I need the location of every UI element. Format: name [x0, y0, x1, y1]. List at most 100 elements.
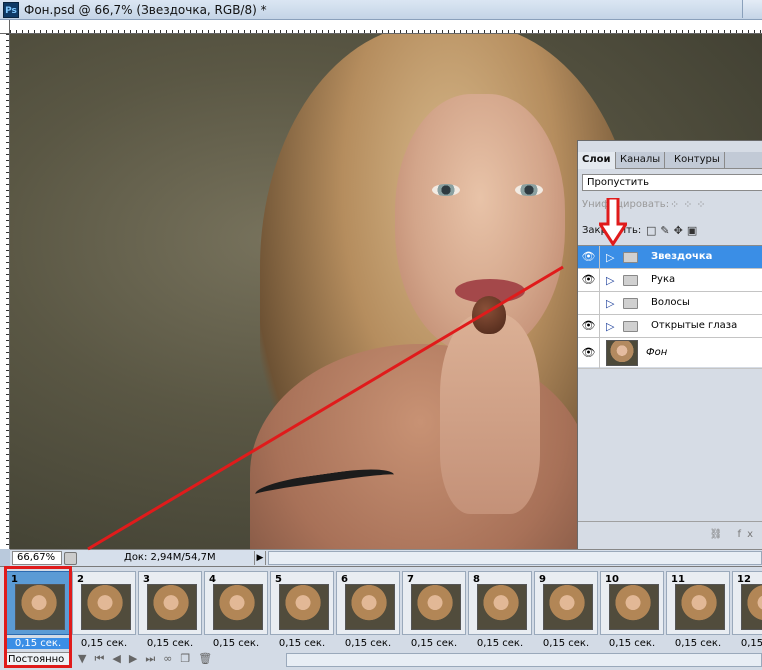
- blend-mode-select[interactable]: Пропустить: [582, 174, 762, 191]
- animation-frame[interactable]: 3 0,15 сек.: [138, 571, 202, 649]
- expand-triangle-icon[interactable]: ▷: [606, 320, 614, 333]
- frame-box[interactable]: 9: [534, 571, 598, 635]
- frame-delay[interactable]: 0,15 сек.: [666, 638, 730, 649]
- fx-button[interactable]: fx: [738, 529, 759, 540]
- play-icon[interactable]: ▶: [129, 652, 145, 665]
- status-menu-arrow-icon[interactable]: ▶: [254, 551, 266, 565]
- layers-panel-tabs: Слои Каналы Контуры: [578, 152, 762, 169]
- animation-frame[interactable]: 1 0,15 сек.: [6, 571, 70, 649]
- frame-delay[interactable]: 0,15 сек.: [468, 638, 532, 649]
- animation-frame[interactable]: 6 0,15 сек.: [336, 571, 400, 649]
- frame-delay[interactable]: 0,15 сек.: [534, 638, 598, 649]
- visibility-eye-icon[interactable]: 👁: [578, 269, 600, 292]
- tab-channels[interactable]: Каналы: [616, 152, 666, 169]
- link-layers-icon[interactable]: ⛓ fx: [710, 529, 759, 540]
- window-control-button[interactable]: [742, 0, 762, 18]
- frame-box[interactable]: 3: [138, 571, 202, 635]
- visibility-empty-box[interactable]: [578, 292, 600, 315]
- frame-delay[interactable]: 0,15 сек.: [138, 638, 202, 649]
- loop-dropdown-arrow-icon[interactable]: ▼: [78, 652, 94, 665]
- duplicate-frame-icon[interactable]: ❐: [180, 652, 198, 665]
- visibility-eye-icon[interactable]: 👁: [578, 315, 600, 338]
- frame-box[interactable]: 10: [600, 571, 664, 635]
- animation-frame[interactable]: 4 0,15 сек.: [204, 571, 268, 649]
- horizontal-scrollbar[interactable]: [268, 551, 762, 565]
- folder-icon: [623, 252, 638, 263]
- photoshop-app-icon: Ps: [3, 2, 19, 18]
- frame-thumbnail: [81, 584, 131, 630]
- photo-candy-heart: [472, 296, 506, 334]
- photo-hand: [440, 314, 540, 514]
- frame-box[interactable]: 2: [72, 571, 136, 635]
- photo-eye-left: [432, 184, 460, 196]
- frame-box[interactable]: 12: [732, 571, 762, 635]
- animation-frame[interactable]: 9 0,15 сек.: [534, 571, 598, 649]
- frame-box[interactable]: 8: [468, 571, 532, 635]
- lock-icons[interactable]: □✎✥▣: [646, 224, 701, 237]
- zoom-level-field[interactable]: 66,67%: [12, 551, 62, 565]
- frame-delay[interactable]: 0,15 сек.: [6, 638, 70, 649]
- layer-row-fon[interactable]: 👁 Фон: [578, 338, 762, 369]
- frame-delay[interactable]: 0,15 сек.: [72, 638, 136, 649]
- frames-scrollbar[interactable]: [286, 653, 762, 667]
- frame-box[interactable]: 11: [666, 571, 730, 635]
- frame-box[interactable]: 5: [270, 571, 334, 635]
- loop-options-select[interactable]: Постоянно: [4, 652, 70, 668]
- animation-controls: Постоянно ▼⏮◀▶⏭∞❐🗑: [0, 651, 762, 670]
- frame-delay[interactable]: 0,15 сек.: [336, 638, 400, 649]
- layer-row-zvezdochka[interactable]: 👁 ▷ Звездочка: [578, 246, 762, 269]
- layer-name: Волосы: [651, 297, 690, 308]
- next-frame-icon[interactable]: ⏭: [145, 652, 163, 665]
- layer-row-volosy[interactable]: ▷ Волосы: [578, 292, 762, 315]
- unify-icons[interactable]: ⁘⁘⁘: [670, 198, 710, 211]
- photoshop-window: Ps Фон.psd @ 66,7% (Звездочка, RGB/8) * …: [0, 0, 762, 670]
- visibility-eye-icon[interactable]: 👁: [578, 338, 600, 369]
- frame-delay[interactable]: 0,15 сек.: [600, 638, 664, 649]
- animation-frame[interactable]: 12 0,15 сек.: [732, 571, 762, 649]
- layer-row-ruka[interactable]: 👁 ▷ Рука: [578, 269, 762, 292]
- horizontal-ruler[interactable]: [10, 20, 762, 34]
- frame-delay[interactable]: 0,15 сек.: [204, 638, 268, 649]
- animation-frame[interactable]: 8 0,15 сек.: [468, 571, 532, 649]
- frame-thumbnail: [279, 584, 329, 630]
- layer-name: Звездочка: [651, 251, 713, 262]
- frame-thumbnail: [147, 584, 197, 630]
- frame-delay[interactable]: 0,15 сек.: [270, 638, 334, 649]
- prev-frame-icon[interactable]: ◀: [112, 652, 128, 665]
- folder-icon: [623, 275, 638, 286]
- document-size-info: Док: 2,94М/54,7М: [124, 552, 216, 563]
- tab-layers[interactable]: Слои: [578, 152, 616, 169]
- frame-thumbnail: [477, 584, 527, 630]
- vertical-ruler[interactable]: [0, 34, 10, 549]
- frame-thumbnail: [345, 584, 395, 630]
- tab-paths[interactable]: Контуры: [670, 152, 725, 169]
- layer-row-otkrytye-glaza[interactable]: 👁 ▷ Открытые глаза: [578, 315, 762, 338]
- frame-thumbnail: [15, 584, 65, 630]
- frame-box[interactable]: 1: [6, 571, 70, 635]
- frame-delay[interactable]: 0,15 сек.: [402, 638, 466, 649]
- frame-box[interactable]: 4: [204, 571, 268, 635]
- layers-panel-toolbar: ⛓ fx: [578, 521, 762, 549]
- expand-triangle-icon[interactable]: ▷: [606, 251, 614, 264]
- animation-frame[interactable]: 5 0,15 сек.: [270, 571, 334, 649]
- frame-box[interactable]: 7: [402, 571, 466, 635]
- frame-thumbnail: [609, 584, 659, 630]
- expand-triangle-icon[interactable]: ▷: [606, 297, 614, 310]
- frame-box[interactable]: 6: [336, 571, 400, 635]
- first-frame-icon[interactable]: ⏮: [94, 652, 112, 665]
- layer-name: Рука: [651, 274, 676, 285]
- frame-delay[interactable]: 0,15 сек.: [732, 638, 762, 649]
- zoom-icon[interactable]: [64, 552, 77, 565]
- expand-triangle-icon[interactable]: ▷: [606, 274, 614, 287]
- delete-frame-icon[interactable]: 🗑: [198, 652, 220, 665]
- tween-icon[interactable]: ∞: [163, 652, 180, 665]
- visibility-eye-icon[interactable]: 👁: [578, 246, 600, 269]
- animation-frame[interactable]: 2 0,15 сек.: [72, 571, 136, 649]
- animation-frame[interactable]: 10 0,15 сек.: [600, 571, 664, 649]
- folder-icon: [623, 321, 638, 332]
- layer-name: Фон: [646, 347, 668, 358]
- layer-thumbnail: [606, 340, 638, 366]
- frame-thumbnail: [411, 584, 461, 630]
- animation-frame[interactable]: 7 0,15 сек.: [402, 571, 466, 649]
- animation-frame[interactable]: 11 0,15 сек.: [666, 571, 730, 649]
